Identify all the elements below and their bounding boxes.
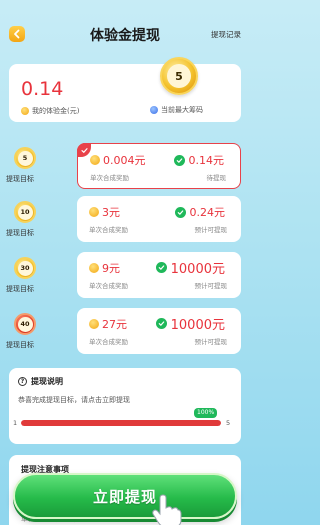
withdraw-record-link[interactable]: 提现记录 [211, 29, 241, 40]
max-chip-value: 5 [167, 64, 191, 88]
balance-label-row: 我的体验金(元) [21, 106, 79, 116]
payout-value: 10000元 [170, 318, 225, 333]
coin-icon [21, 107, 29, 115]
target-card[interactable]: 3元 单次合成奖励 0.24元 预计可提现 [77, 196, 241, 242]
instructions-title: 提现说明 [31, 377, 63, 386]
reward-amount: 9元 [89, 260, 120, 276]
target-coin-icon: 10 [14, 201, 36, 223]
chip-icon [150, 106, 158, 114]
target-card[interactable]: 0.004元 单次合成奖励 0.14元 待提现 [77, 143, 241, 189]
target-row: 30 提现目标 9元 单次合成奖励 10000元 预计可提现 [0, 252, 250, 298]
target-row: 5 提现目标 0.004元 单次合成奖励 0.14元 待提现 [0, 143, 250, 189]
reward-amount: 0.004元 [90, 152, 146, 168]
reward-value: 9元 [102, 262, 120, 275]
target-badge-value: 5 [17, 150, 33, 166]
check-circle-icon [155, 262, 167, 273]
payout-value: 0.14元 [188, 154, 225, 167]
payout-value: 0.24元 [189, 206, 226, 219]
progress-fill [21, 420, 221, 426]
payout-amount: 10000元 [155, 258, 225, 277]
payout-label: 预计可提现 [194, 338, 228, 346]
check-icon [80, 147, 88, 153]
target-badge-value: 10 [17, 204, 33, 220]
target-badge-value: 40 [17, 316, 33, 332]
coin-icon [89, 263, 99, 273]
question-icon: ? [18, 377, 27, 386]
payout-amount: 0.24元 [174, 204, 226, 220]
coin-icon [89, 319, 99, 329]
target-coin-icon: 5 [14, 147, 36, 169]
reward-amount: 27元 [89, 316, 127, 332]
target-coin-icon: 30 [14, 257, 36, 279]
balance-value: 0.14 [21, 78, 64, 100]
payout-amount: 10000元 [155, 314, 225, 333]
reward-amount: 3元 [89, 204, 120, 220]
target-row: 10 提现目标 3元 单次合成奖励 0.24元 预计可提现 [0, 196, 250, 242]
max-chip-coin: 5 [160, 57, 198, 95]
reward-label: 单次合成奖励 [89, 282, 128, 290]
reward-value: 0.004元 [103, 154, 146, 167]
reward-value: 27元 [102, 318, 127, 331]
check-circle-icon [155, 318, 167, 329]
target-label: 提现目标 [6, 285, 34, 293]
withdraw-now-button[interactable]: 立即提现 [13, 473, 237, 519]
instructions-card: ? 提现说明 恭喜完成提现目标，请点击立即提现 [9, 368, 241, 444]
check-circle-icon [174, 206, 186, 218]
progress-percent-badge: 100% [194, 408, 218, 418]
payout-label: 待提现 [206, 174, 227, 182]
reward-value: 3元 [102, 206, 120, 219]
target-label: 提现目标 [6, 341, 34, 349]
target-label: 提现目标 [6, 229, 34, 237]
target-label: 提现目标 [6, 175, 34, 183]
payout-amount: 0.14元 [173, 152, 225, 168]
payout-label: 预计可提现 [194, 282, 228, 290]
reward-label: 单次合成奖励 [89, 226, 128, 234]
pointing-hand-icon [152, 494, 182, 525]
withdraw-now-label: 立即提现 [92, 487, 157, 506]
reward-label: 单次合成奖励 [90, 174, 129, 182]
reward-label: 单次合成奖励 [89, 338, 128, 346]
instructions-desc: 恭喜完成提现目标，请点击立即提现 [18, 396, 130, 404]
max-chip-label-row: 当前最大筹码 [150, 105, 203, 115]
coin-icon [90, 155, 100, 165]
max-chip-label: 当前最大筹码 [161, 106, 203, 114]
payout-label: 预计可提现 [194, 226, 228, 234]
check-circle-icon [173, 154, 185, 166]
corner-check-badge [77, 143, 91, 157]
coin-icon [89, 207, 99, 217]
target-card[interactable]: 27元 单次合成奖励 10000元 预计可提现 [77, 308, 241, 354]
target-card[interactable]: 9元 单次合成奖励 10000元 预计可提现 [77, 252, 241, 298]
target-badge-value: 30 [17, 260, 33, 276]
target-coin-icon: 40 [14, 313, 36, 335]
target-row: 40 提现目标 27元 单次合成奖励 10000元 预计可提现 [0, 308, 250, 354]
payout-value: 10000元 [170, 262, 225, 277]
progress-end-label: 5 [226, 419, 231, 427]
header: 体验金提现 提现记录 [0, 0, 250, 58]
progress-start-label: 1 [13, 419, 18, 427]
instructions-title-row: ? 提现说明 [18, 376, 63, 387]
progress-bar [21, 420, 221, 426]
balance-label: 我的体验金(元) [32, 107, 80, 115]
balance-card: 0.14 我的体验金(元) [9, 64, 241, 122]
